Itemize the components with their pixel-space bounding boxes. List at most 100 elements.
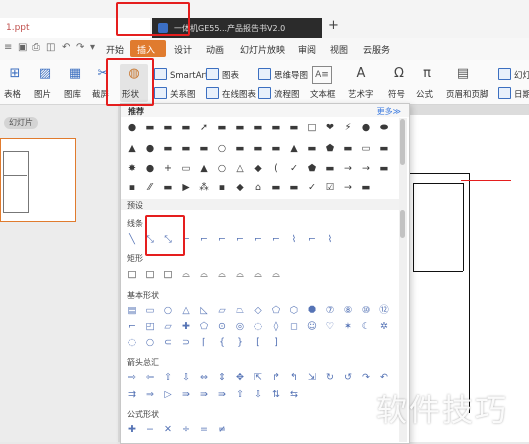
shape-item[interactable]: ✲ bbox=[378, 321, 390, 333]
shape-item[interactable]: ▬ bbox=[144, 122, 156, 134]
shape-item[interactable]: ❤ bbox=[324, 122, 336, 134]
shape-item[interactable]: ⌓ bbox=[234, 269, 246, 281]
tab-view[interactable]: 视图 bbox=[330, 43, 348, 56]
shape-item[interactable]: } bbox=[234, 337, 246, 349]
slides-tab[interactable]: 幻灯片 bbox=[4, 117, 38, 129]
shape-item[interactable]: ⌂ bbox=[252, 182, 264, 194]
shape-item[interactable]: ⌓ bbox=[270, 269, 282, 281]
shape-item[interactable]: ⇲ bbox=[306, 372, 318, 384]
shape-item[interactable]: ▭ bbox=[144, 305, 156, 317]
tab-design[interactable]: 设计 bbox=[174, 43, 192, 56]
menu-icon[interactable]: ≡ bbox=[4, 43, 14, 53]
shape-item[interactable]: ⇩ bbox=[180, 372, 192, 384]
shape-item[interactable]: ▬ bbox=[252, 143, 264, 155]
shape-item[interactable]: ● bbox=[360, 122, 372, 134]
shape-item[interactable]: ↰ bbox=[288, 372, 300, 384]
shape-item[interactable]: ⬟ bbox=[324, 143, 336, 155]
scroll-thumb[interactable] bbox=[400, 119, 405, 165]
shape-item[interactable]: { bbox=[216, 337, 228, 349]
shape-item[interactable]: ◌ bbox=[252, 321, 264, 333]
shape-item[interactable]: ⑦ bbox=[324, 305, 336, 317]
smartart-button[interactable]: SmartArt bbox=[154, 68, 208, 81]
shape-item[interactable]: ♡ bbox=[324, 321, 336, 333]
shape-item[interactable]: ⬬ bbox=[378, 122, 390, 134]
shape-item[interactable]: ▬ bbox=[216, 122, 228, 134]
shape-item[interactable]: ● bbox=[144, 163, 156, 175]
shape-item[interactable]: ▲ bbox=[288, 143, 300, 155]
shape-item[interactable]: ▬ bbox=[162, 143, 174, 155]
shape-item[interactable]: ⚡ bbox=[342, 122, 354, 134]
shape-item[interactable]: ⌐ bbox=[234, 234, 246, 246]
shape-item[interactable]: ◎ bbox=[234, 321, 246, 333]
shape-item[interactable]: ⇆ bbox=[288, 389, 300, 401]
shape-item[interactable]: ⯃ bbox=[306, 305, 318, 317]
print-icon[interactable]: ⎙ bbox=[32, 43, 42, 53]
shape-item[interactable]: ▭ bbox=[180, 163, 192, 175]
shape-item[interactable]: ⇉ bbox=[126, 389, 138, 401]
shape-item[interactable]: ⁂ bbox=[198, 182, 210, 194]
shape-item[interactable]: ▬ bbox=[378, 163, 390, 175]
shape-item[interactable]: ▲ bbox=[198, 163, 210, 175]
more-shapes-link[interactable]: 更多≫ bbox=[377, 106, 401, 117]
shape-item[interactable]: ◰ bbox=[144, 321, 156, 333]
shape-item[interactable]: ⌈ bbox=[198, 337, 210, 349]
shape-item[interactable]: ▬ bbox=[180, 122, 192, 134]
shape-item[interactable]: △ bbox=[234, 163, 246, 175]
shape-item[interactable]: → bbox=[342, 163, 354, 175]
shape-item[interactable]: [ bbox=[252, 337, 264, 349]
shape-item[interactable]: ⇛ bbox=[180, 389, 192, 401]
shape-item[interactable]: ▬ bbox=[324, 163, 336, 175]
shape-item[interactable]: ✥ bbox=[234, 372, 246, 384]
shape-item[interactable]: ☺ bbox=[306, 321, 318, 333]
shape-item[interactable]: ◌ bbox=[126, 337, 138, 349]
shape-item[interactable]: ▶ bbox=[180, 182, 192, 194]
shape-item[interactable]: ⇧ bbox=[162, 372, 174, 384]
shape-item[interactable]: ▪ bbox=[126, 182, 138, 194]
save-icon[interactable]: ▣ bbox=[18, 43, 28, 53]
shape-item[interactable]: ▭ bbox=[360, 143, 372, 155]
shape-item[interactable]: ⑫ bbox=[378, 305, 390, 317]
shape-item[interactable]: ✚ bbox=[126, 424, 138, 436]
shape-item[interactable]: ○ bbox=[144, 337, 156, 349]
shape-item[interactable]: ↷ bbox=[360, 372, 372, 384]
shape-item[interactable]: ⑧ bbox=[342, 305, 354, 317]
shape-item[interactable]: ▬ bbox=[306, 143, 318, 155]
shape-item[interactable]: ╲ bbox=[126, 234, 138, 246]
shape-item[interactable]: ◻ bbox=[288, 321, 300, 333]
shape-item[interactable]: ● bbox=[144, 143, 156, 155]
shape-item[interactable]: ⌇ bbox=[324, 234, 336, 246]
shape-item[interactable]: ▬ bbox=[378, 143, 390, 155]
shape-item[interactable]: ⌐ bbox=[306, 234, 318, 246]
tab-review[interactable]: 审阅 bbox=[298, 43, 316, 56]
shape-item[interactable]: ⁄⁄ bbox=[144, 182, 156, 194]
preview-icon[interactable]: ◫ bbox=[46, 43, 56, 53]
new-tab-button[interactable]: + bbox=[328, 18, 339, 33]
shape-item[interactable]: ▷ bbox=[162, 389, 174, 401]
shape-item[interactable]: ⌓ bbox=[216, 269, 228, 281]
tab-insert[interactable]: 插入 bbox=[130, 40, 166, 57]
shape-item[interactable]: ● bbox=[126, 122, 138, 134]
shape-item[interactable]: ✶ bbox=[342, 321, 354, 333]
shape-item[interactable]: ▬ bbox=[234, 122, 246, 134]
shape-item[interactable]: ⌐ bbox=[270, 234, 282, 246]
shape-item[interactable]: ◆ bbox=[252, 163, 264, 175]
shape-item[interactable]: ⊂ bbox=[162, 337, 174, 349]
shape-item[interactable]: ⌐ bbox=[216, 234, 228, 246]
shape-item[interactable]: ⇛ bbox=[216, 389, 228, 401]
shape-item[interactable]: ↻ bbox=[324, 372, 336, 384]
shape-item[interactable]: ⇔ bbox=[198, 372, 210, 384]
shape-item[interactable]: □ bbox=[162, 269, 174, 281]
shape-item[interactable]: ⑩ bbox=[360, 305, 372, 317]
shape-item[interactable]: ⌓ bbox=[198, 269, 210, 281]
shape-item[interactable]: ▪ bbox=[216, 182, 228, 194]
shape-item[interactable]: ○ bbox=[216, 143, 228, 155]
chart-button[interactable]: 图表 bbox=[206, 68, 239, 81]
shape-item[interactable]: ✓ bbox=[306, 182, 318, 194]
shape-item[interactable]: ◊ bbox=[270, 321, 282, 333]
shape-item[interactable]: ▬ bbox=[234, 143, 246, 155]
shape-item[interactable]: ⌓ bbox=[252, 269, 264, 281]
shape-item[interactable]: ⬠ bbox=[270, 305, 282, 317]
shape-item[interactable]: ▬ bbox=[270, 182, 282, 194]
shape-item[interactable]: ▬ bbox=[288, 122, 300, 134]
shape-item[interactable]: ⇅ bbox=[270, 389, 282, 401]
